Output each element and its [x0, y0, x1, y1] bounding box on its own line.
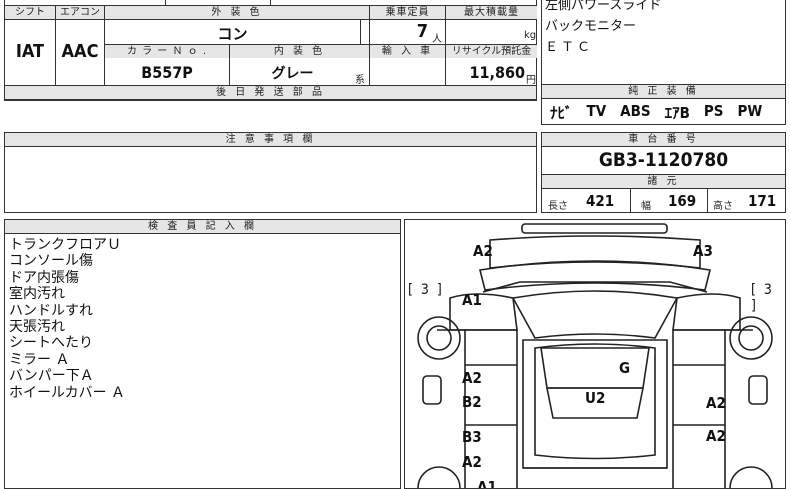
damage-mark: A2: [473, 242, 493, 260]
width-value: 169: [668, 192, 697, 210]
damage-mark: A1: [462, 291, 482, 309]
interior-color-value: グレー: [271, 66, 314, 82]
header-aircon: エアコン: [56, 6, 104, 19]
equipment-item: ﾅﾋﾞ: [550, 104, 573, 122]
damage-mark: B2: [462, 393, 482, 411]
remark-item: トランクフロアＵ: [9, 237, 121, 253]
damage-mark: A2: [706, 427, 726, 445]
car-outline-diagram: [417, 223, 773, 488]
header-interior-color: 内 装 色: [230, 45, 369, 58]
remark-item: 天張汚れ: [9, 319, 65, 336]
header-chassis-no: 車 台 番 号: [542, 133, 785, 146]
interior-color-suffix: 系: [355, 75, 365, 86]
remark-item: ハンドルすれ: [9, 302, 93, 319]
header-shift: シフト: [5, 6, 55, 19]
aircon-value: AAC: [61, 41, 99, 62]
color-no-value: B557P: [141, 63, 193, 82]
vehicle-box: 車 台 番 号 GB3-1120780 諸 元 長さ 421 幅 169 高さ …: [541, 132, 786, 213]
top-spec-table: シフト エアコン 外 装 色 乗車定員 最大積載量 IAT AAC コン 7 人…: [4, 0, 537, 101]
damage-mark: A2: [706, 394, 726, 412]
damage-mark: A2: [462, 369, 482, 387]
option-line: ＥＴＣ: [545, 40, 594, 55]
damage-mark: A3: [693, 242, 713, 260]
shift-value: IAT: [15, 41, 45, 62]
header-recycle: リサイクル預託金: [446, 45, 537, 58]
damage-mark: B3: [462, 428, 482, 446]
length-value: 421: [586, 192, 615, 210]
max-load-unit: kg: [524, 30, 537, 41]
capacity-value: 7: [416, 21, 428, 42]
option-line: バックモニター: [545, 19, 637, 34]
equipment-item: TV: [586, 102, 607, 120]
header-import: 輸 入 車: [370, 45, 445, 58]
remark-item: ドア内張傷: [9, 269, 79, 286]
equipment-item: ｴｱB: [664, 104, 690, 122]
equipment-item: PS: [703, 102, 724, 120]
header-notes: 注 意 事 項 欄: [5, 133, 536, 146]
header-exterior-color: 外 装 色: [105, 6, 369, 19]
damage-mark: U2: [585, 389, 606, 407]
factory-equipment-list: ﾅﾋﾞ TV ABS ｴｱB PS PW: [550, 102, 762, 123]
capacity-unit: 人: [432, 34, 442, 45]
recycle-value: 11,860: [469, 63, 525, 82]
header-factory-equipment: 純 正 装 備: [542, 85, 785, 98]
remark-item: ミラー Ａ: [9, 351, 70, 368]
damage-mark: A2: [462, 453, 482, 471]
remark-item: バンパー下Ａ: [9, 368, 94, 385]
remark-item: ホイールカバー Ａ: [9, 384, 126, 401]
length-label: 長さ: [548, 201, 568, 212]
remarks-list: トランクフロアＵ コンソール傷 ドア内張傷 室内汚れ ハンドルすれ 天張汚れ シ…: [9, 237, 125, 401]
equipment-item: ABS: [620, 102, 651, 120]
remark-item: シートへたり: [9, 335, 93, 352]
header-specs: 諸 元: [542, 175, 785, 188]
header-later-parts: 後 日 発 送 部 品: [5, 86, 536, 99]
option-line: 左側パワースライド: [545, 0, 662, 13]
right-bracket-value: [ 3 ]: [751, 282, 774, 314]
header-color-no: カ ラ ー Ｎ ｏ .: [105, 45, 229, 58]
damage-mark: A1: [477, 478, 497, 489]
options-box: 左側パワースライド バックモニター ＥＴＣ 純 正 装 備 ﾅﾋﾞ TV ABS…: [541, 0, 786, 125]
remark-item: コンソール傷: [9, 253, 93, 270]
inspector-box: 検 査 員 記 入 欄 トランクフロアＵ コンソール傷 ドア内張傷 室内汚れ ハ…: [4, 219, 401, 489]
exterior-color-value: コン: [217, 25, 248, 43]
damage-mark: G: [619, 359, 631, 377]
car-diagram-box: [ 3 ] [ 3 ] A2 A3 A1 G A2 B2 U2 A2 B3 A2…: [404, 219, 786, 489]
notes-box: 注 意 事 項 欄: [4, 132, 537, 213]
height-label: 高さ: [713, 201, 733, 212]
remark-item: 室内汚れ: [9, 286, 65, 303]
width-label: 幅: [641, 201, 651, 212]
height-value: 171: [748, 192, 777, 210]
header-inspector: 検 査 員 記 入 欄: [5, 220, 400, 233]
left-bracket-value: [ 3 ]: [408, 282, 444, 298]
chassis-no-value: GB3-1120780: [598, 149, 729, 171]
header-max-load: 最大積載量: [446, 6, 537, 19]
header-capacity: 乗車定員: [370, 6, 445, 19]
recycle-unit: 円: [526, 75, 536, 86]
equipment-item: PW: [737, 102, 763, 120]
